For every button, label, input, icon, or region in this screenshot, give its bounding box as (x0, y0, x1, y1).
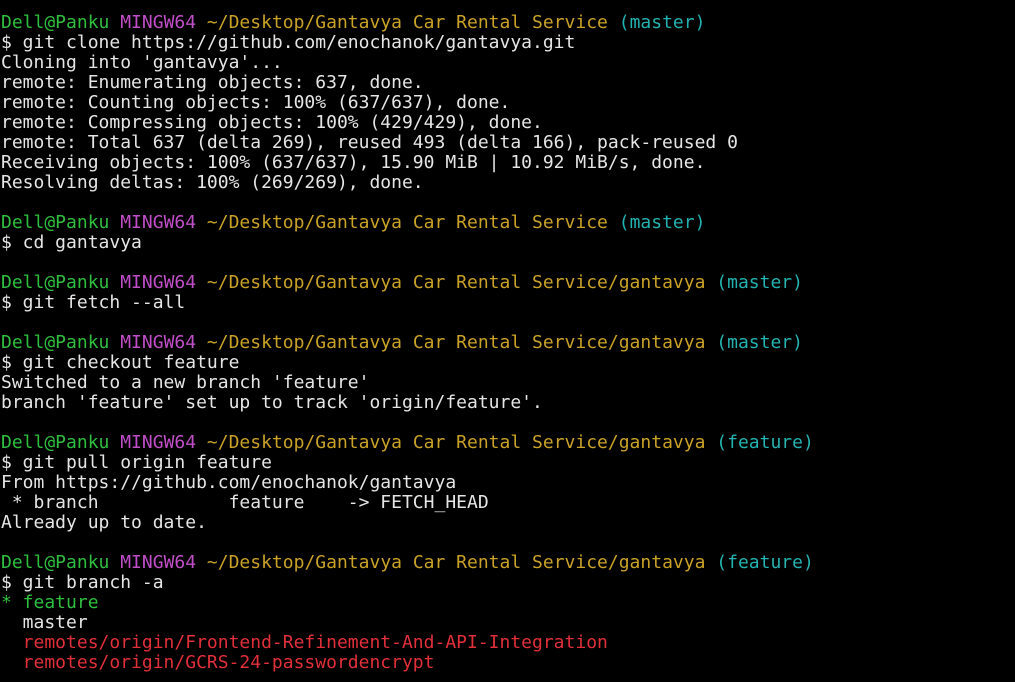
prompt-host: MINGW64 (120, 13, 197, 33)
prompt-line: Dell@Panku MINGW64 ~/Desktop/Gantavya Ca… (1, 333, 1015, 353)
output-line: Cloning into 'gantavya'... (1, 53, 1015, 73)
prompt-branch: (master) (618, 13, 706, 33)
prompt-user: Dell@Panku (1, 273, 110, 293)
output-line-text: remote: Compressing objects: 100% (429/4… (1, 113, 543, 133)
prompt-branch: (master) (618, 213, 706, 233)
output-line-text: Receiving objects: 100% (637/637), 15.90… (1, 153, 706, 173)
output-line-text: master (1, 613, 88, 633)
output-line: remote: Total 637 (delta 269), reused 49… (1, 133, 1015, 153)
remote-branch-line: remotes/origin/Frontend-Refinement-And-A… (1, 633, 1015, 653)
output-line-text: Already up to date. (1, 513, 207, 533)
output-line: Already up to date. (1, 513, 1015, 533)
command-line: $ git branch -a (1, 573, 1015, 593)
output-line-text: From https://github.com/enochanok/gantav… (1, 473, 457, 493)
prompt-branch: (feature) (716, 433, 814, 453)
prompt-line: Dell@Panku MINGW64 ~/Desktop/Gantavya Ca… (1, 13, 1015, 33)
output-line: remote: Compressing objects: 100% (429/4… (1, 113, 1015, 133)
prompt-branch: (master) (716, 333, 803, 353)
remote-branch-line-text: remotes/origin/GCRS-24-passwordencrypt (1, 653, 435, 673)
terminal-window[interactable]: Dell@Panku MINGW64 ~/Desktop/Gantavya Ca… (0, 0, 1015, 682)
prompt-path: ~/Desktop/Gantavya Car Rental Service/ga… (206, 333, 706, 353)
prompt-host: MINGW64 (120, 213, 197, 233)
output-line: Resolving deltas: 100% (269/269), done. (1, 173, 1015, 193)
output-line: Switched to a new branch 'feature' (1, 373, 1015, 393)
output-line-text: branch 'feature' set up to track 'origin… (1, 393, 543, 413)
prompt-path: ~/Desktop/Gantavya Car Rental Service (206, 13, 608, 33)
prompt-line: Dell@Panku MINGW64 ~/Desktop/Gantavya Ca… (1, 213, 1015, 233)
output-line: remote: Counting objects: 100% (637/637)… (1, 93, 1015, 113)
output-line: Receiving objects: 100% (637/637), 15.90… (1, 153, 1015, 173)
remote-branch-line: remotes/origin/GCRS-24-passwordencrypt (1, 653, 1015, 673)
prompt-user: Dell@Panku (1, 213, 110, 233)
prompt-line: Dell@Panku MINGW64 ~/Desktop/Gantavya Ca… (1, 433, 1015, 453)
prompt-user: Dell@Panku (1, 433, 110, 453)
command-line: $ git checkout feature (1, 353, 1015, 373)
command-line-text: $ git checkout feature (1, 353, 240, 373)
prompt-path: ~/Desktop/Gantavya Car Rental Service (206, 213, 608, 233)
command-line: $ git pull origin feature (1, 453, 1015, 473)
output-line: * branch feature -> FETCH_HEAD (1, 493, 1015, 513)
prompt-path: ~/Desktop/Gantavya Car Rental Service/ga… (206, 273, 706, 293)
prompt-line: Dell@Panku MINGW64 ~/Desktop/Gantavya Ca… (1, 553, 1015, 573)
command-line: $ cd gantavya (1, 233, 1015, 253)
command-line: $ git fetch --all (1, 293, 1015, 313)
prompt-path: ~/Desktop/Gantavya Car Rental Service/ga… (206, 433, 706, 453)
prompt-user: Dell@Panku (1, 333, 110, 353)
prompt-user: Dell@Panku (1, 13, 110, 33)
output-line-text: remote: Total 637 (delta 269), reused 49… (1, 133, 738, 153)
current-branch-line: * feature (1, 593, 1015, 613)
output-line-text: Resolving deltas: 100% (269/269), done. (1, 173, 424, 193)
output-line-text: Cloning into 'gantavya'... (1, 53, 283, 73)
prompt-host: MINGW64 (120, 273, 197, 293)
output-line-text: remote: Counting objects: 100% (637/637)… (1, 93, 511, 113)
command-line: $ git clone https://github.com/enochanok… (1, 33, 1015, 53)
command-line-text: $ git branch -a (1, 573, 164, 593)
output-line: remote: Enumerating objects: 637, done. (1, 73, 1015, 93)
prompt-host: MINGW64 (120, 553, 197, 573)
prompt-host: MINGW64 (120, 433, 197, 453)
prompt-line: Dell@Panku MINGW64 ~/Desktop/Gantavya Ca… (1, 273, 1015, 293)
output-line: From https://github.com/enochanok/gantav… (1, 473, 1015, 493)
prompt-user: Dell@Panku (1, 553, 110, 573)
prompt-path: ~/Desktop/Gantavya Car Rental Service/ga… (206, 553, 706, 573)
current-branch-line-text: * feature (1, 593, 99, 613)
prompt-branch: (feature) (716, 553, 814, 573)
remote-branch-line-text: remotes/origin/Frontend-Refinement-And-A… (1, 633, 608, 653)
output-line: branch 'feature' set up to track 'origin… (1, 393, 1015, 413)
output-line-text: Switched to a new branch 'feature' (1, 373, 370, 393)
output-line-text: remote: Enumerating objects: 637, done. (1, 73, 424, 93)
command-line-text: $ git clone https://github.com/enochanok… (1, 33, 576, 53)
prompt-host: MINGW64 (120, 333, 197, 353)
command-line-text: $ git fetch --all (1, 293, 186, 313)
command-line-text: $ cd gantavya (1, 233, 142, 253)
command-line-text: $ git pull origin feature (1, 453, 272, 473)
output-line: master (1, 613, 1015, 633)
prompt-branch: (master) (716, 273, 803, 293)
output-line-text: * branch feature -> FETCH_HEAD (1, 493, 489, 513)
